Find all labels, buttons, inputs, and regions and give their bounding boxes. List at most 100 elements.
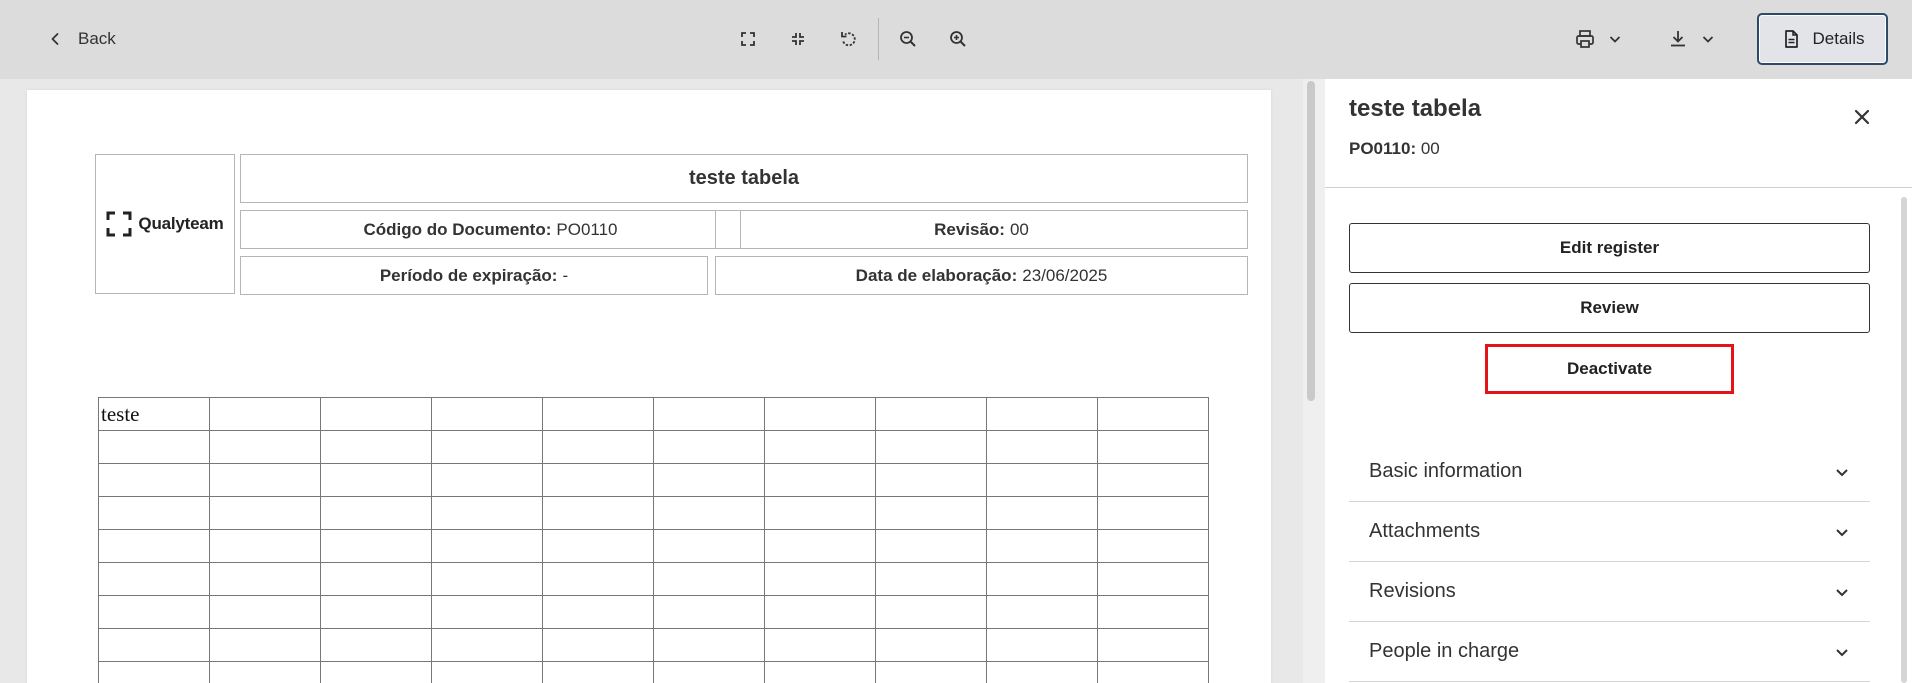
rotate-button[interactable] xyxy=(831,22,865,56)
table-cell xyxy=(209,496,321,530)
table-cell xyxy=(431,496,543,530)
table-cell xyxy=(209,595,321,629)
details-button[interactable]: Details xyxy=(1757,13,1888,65)
section-people-in-charge[interactable]: People in charge xyxy=(1349,622,1870,682)
details-panel: teste tabela PO0110: 00 Edit register Re… xyxy=(1325,79,1912,683)
table-cell xyxy=(209,463,321,497)
table-cell xyxy=(986,463,1098,497)
table-cell xyxy=(1097,628,1209,662)
exit-fullscreen-button[interactable] xyxy=(781,22,815,56)
section-basic-information[interactable]: Basic information xyxy=(1349,442,1870,502)
table-cell xyxy=(209,430,321,464)
section-attachments[interactable]: Attachments xyxy=(1349,502,1870,562)
panel-revision: 00 xyxy=(1420,139,1440,158)
table-row xyxy=(98,463,1209,497)
document-code-cell: Código do Documento: PO0110 xyxy=(240,210,741,249)
edit-register-button[interactable]: Edit register xyxy=(1349,223,1870,273)
fullscreen-button[interactable] xyxy=(731,22,765,56)
table-cell xyxy=(542,562,654,596)
table-cell xyxy=(653,562,765,596)
table-cell xyxy=(542,661,654,683)
table-cell xyxy=(320,562,432,596)
table-cell xyxy=(1097,463,1209,497)
table-cell xyxy=(542,496,654,530)
panel-scrollbar-thumb[interactable] xyxy=(1901,197,1907,683)
toolbar: Back Details xyxy=(0,0,1912,79)
zoom-out-button[interactable] xyxy=(891,22,925,56)
table-row xyxy=(98,661,1209,683)
table-cell xyxy=(875,463,987,497)
table-cell xyxy=(653,529,765,563)
document-created-cell: Data de elaboração: 23/06/2025 xyxy=(715,256,1248,295)
table-cell xyxy=(98,529,210,563)
table-cell xyxy=(431,595,543,629)
viewer-scrollbar-thumb[interactable] xyxy=(1307,81,1315,401)
back-button[interactable]: Back xyxy=(48,22,116,56)
document-revision-cell: Revisão: 00 xyxy=(715,210,1248,249)
table-cell xyxy=(431,430,543,464)
table-cell xyxy=(986,595,1098,629)
chevron-down-icon xyxy=(1836,648,1848,656)
table-cell xyxy=(1097,595,1209,629)
document-created-value: 23/06/2025 xyxy=(1022,265,1108,285)
chevron-down-icon xyxy=(1702,36,1714,43)
close-panel-button[interactable] xyxy=(1849,104,1875,130)
panel-scrollbar[interactable] xyxy=(1899,197,1909,683)
document-viewer[interactable]: Qualyteam teste tabela Código do Documen… xyxy=(0,79,1303,683)
table-cell xyxy=(542,628,654,662)
table-cell xyxy=(764,496,876,530)
table-row xyxy=(98,562,1209,596)
download-icon xyxy=(1671,31,1685,47)
table-cell xyxy=(542,595,654,629)
table-cell xyxy=(320,397,432,431)
section-label: Attachments xyxy=(1369,520,1481,542)
section-revisions[interactable]: Revisions xyxy=(1349,562,1870,622)
document-revision-label: Revisão: xyxy=(934,219,1005,239)
table-cell xyxy=(764,595,876,629)
table-cell xyxy=(653,628,765,662)
table-cell xyxy=(209,661,321,683)
deactivate-button[interactable]: Deactivate xyxy=(1485,344,1734,394)
table-cell xyxy=(1097,562,1209,596)
table-cell xyxy=(764,562,876,596)
table-cell xyxy=(653,397,765,431)
table-cell xyxy=(653,430,765,464)
document-table: teste xyxy=(98,397,1209,683)
table-cell xyxy=(320,496,432,530)
table-cell xyxy=(986,562,1098,596)
document-code-label: Código do Documento: xyxy=(363,219,552,239)
table-cell xyxy=(98,496,210,530)
table-cell xyxy=(98,628,210,662)
panel-subtitle: PO0110: 00 xyxy=(1349,139,1440,159)
table-cell xyxy=(209,397,321,431)
document-code-value: PO0110 xyxy=(556,219,618,239)
details-label: Details xyxy=(1812,29,1865,48)
company-logo: Qualyteam xyxy=(95,154,235,294)
fullscreen-icon xyxy=(741,32,755,46)
table-cell xyxy=(1097,496,1209,530)
qualyteam-logo-icon xyxy=(106,211,132,237)
table-row xyxy=(98,595,1209,629)
review-button[interactable]: Review xyxy=(1349,283,1870,333)
viewer-scrollbar[interactable] xyxy=(1303,79,1325,683)
table-cell xyxy=(431,529,543,563)
table-cell xyxy=(986,430,1098,464)
table-cell xyxy=(875,496,987,530)
table-cell xyxy=(98,562,210,596)
table-cell xyxy=(764,661,876,683)
toolbar-divider xyxy=(878,18,879,60)
table-cell xyxy=(986,661,1098,683)
table-row xyxy=(98,628,1209,662)
table-cell xyxy=(542,529,654,563)
table-cell xyxy=(1097,661,1209,683)
table-cell xyxy=(1097,529,1209,563)
zoom-in-button[interactable] xyxy=(941,22,975,56)
table-cell xyxy=(653,595,765,629)
table-cell xyxy=(764,628,876,662)
panel-code: PO0110: xyxy=(1349,139,1417,158)
table-cell xyxy=(431,562,543,596)
print-dropdown[interactable] xyxy=(1574,22,1622,56)
chevron-left-icon xyxy=(51,33,59,45)
download-dropdown[interactable] xyxy=(1667,22,1715,56)
table-cell xyxy=(764,397,876,431)
